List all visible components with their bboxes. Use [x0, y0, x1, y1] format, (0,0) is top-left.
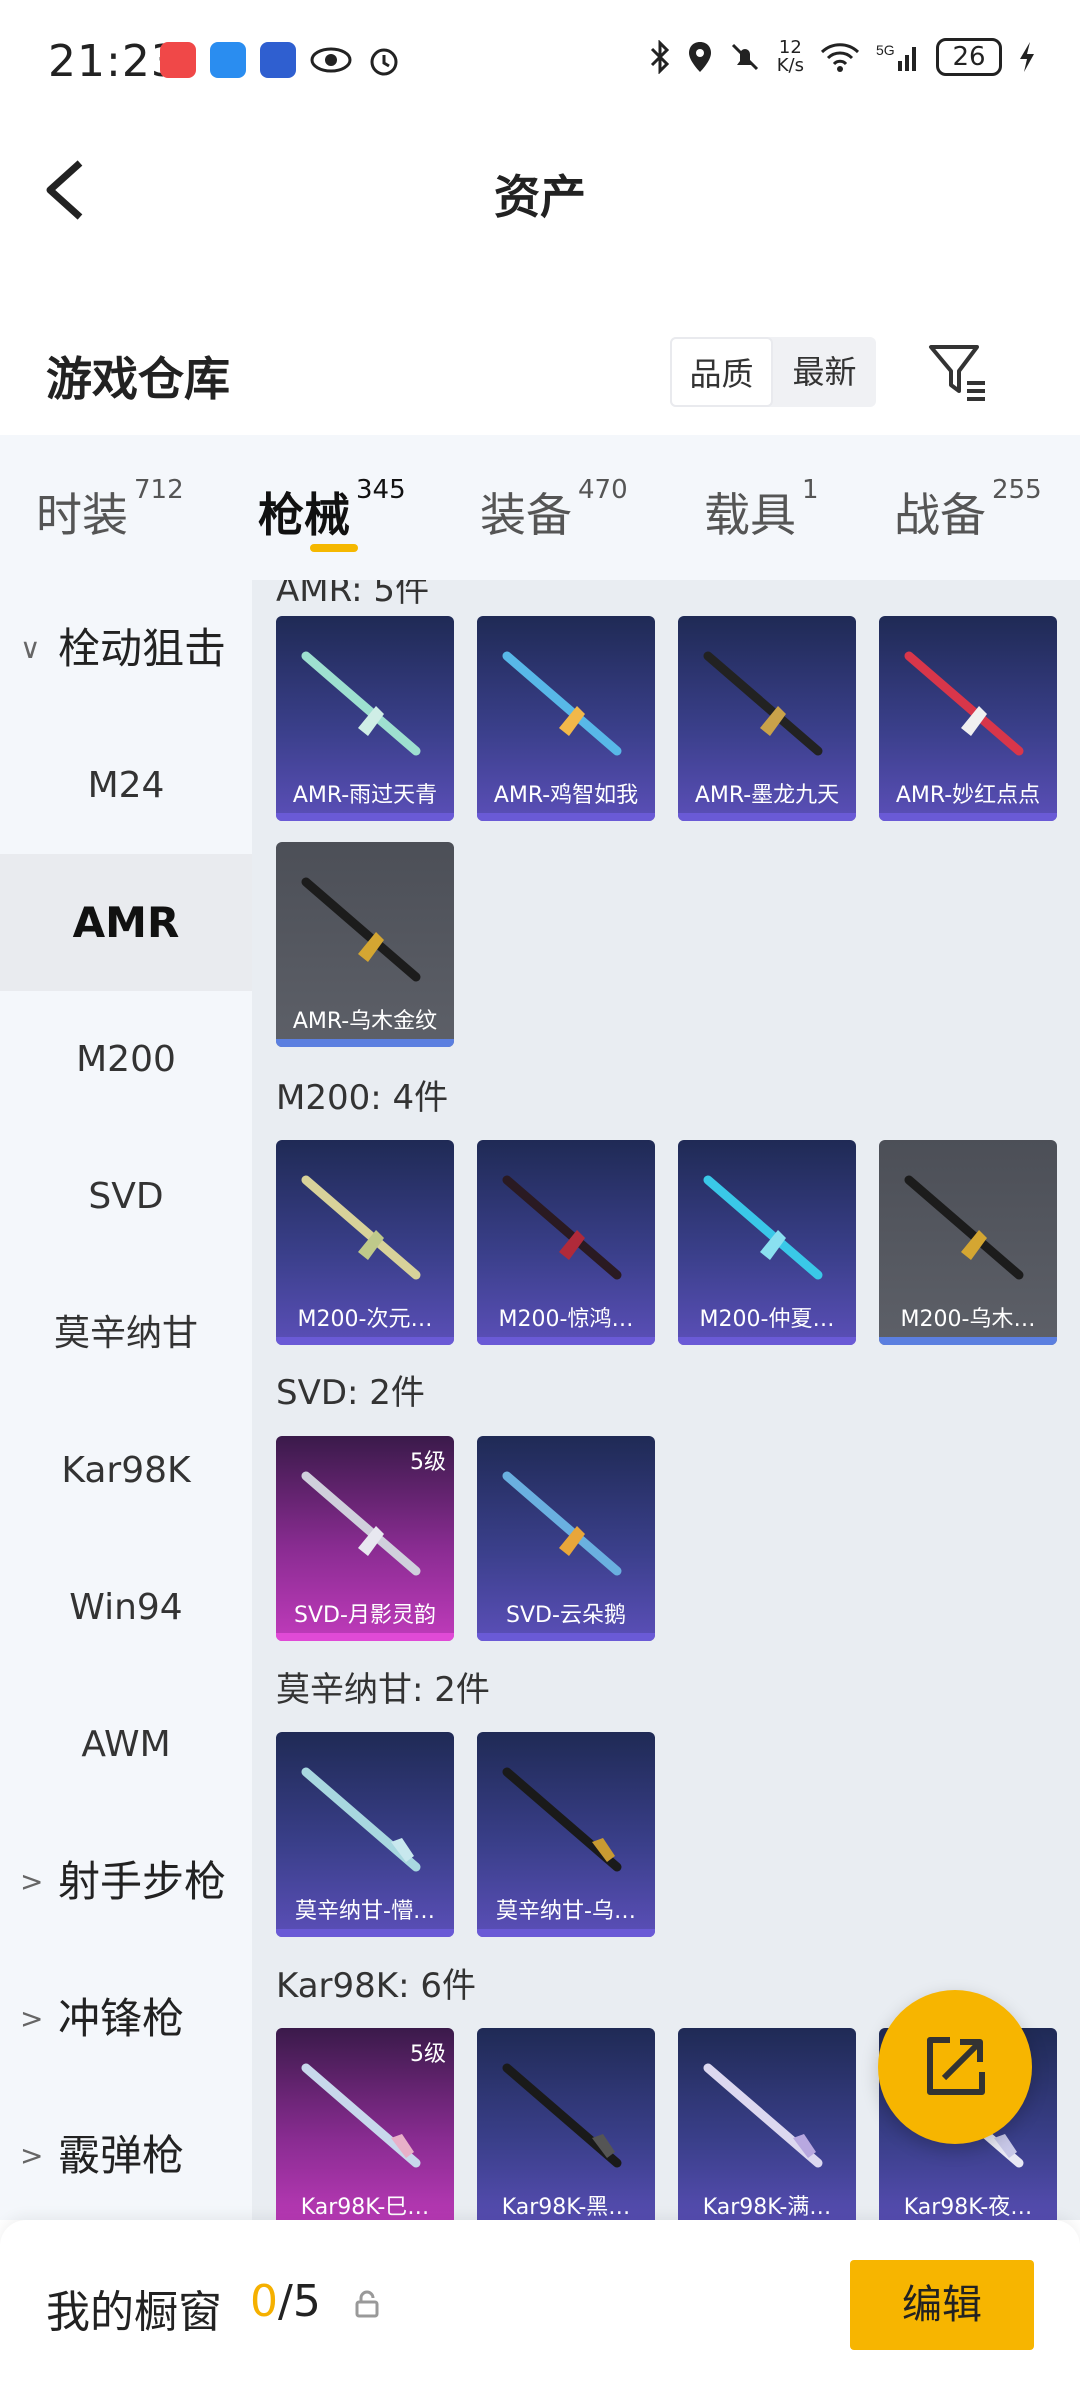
sidebar-item-kar98k[interactable]: Kar98K — [0, 1402, 252, 1539]
sidebar-item-svd[interactable]: SVD — [0, 1128, 252, 1265]
sort-toggle: 品质 最新 — [670, 337, 876, 407]
warehouse-title: 游戏仓库 — [46, 352, 230, 406]
tab-weapons[interactable]: 枪械 345 — [258, 475, 406, 545]
rifle-image — [301, 2063, 421, 2168]
weapon-grid: AMR: 5件 AMR-雨过天青 AMR-鸡智如我 AMR-墨龙九天 AMR-妙… — [252, 580, 1080, 2220]
section-title-m200: M200: 4件 — [276, 1078, 449, 1118]
section-title-kar98k: Kar98K: 6件 — [276, 1966, 476, 2006]
weapon-card[interactable]: AMR-鸡智如我 — [477, 616, 655, 821]
sidebar-item-awm[interactable]: AWM — [0, 1676, 252, 1813]
sidebar-item-m200[interactable]: M200 — [0, 991, 252, 1128]
external-link-icon — [927, 2037, 985, 2095]
notification-icons — [160, 42, 402, 78]
weapon-card[interactable]: M200-仲夏… — [678, 1140, 856, 1345]
tab-fashion[interactable]: 时装 712 — [36, 475, 184, 545]
game-app-icon — [260, 42, 296, 78]
asset-page: 21:23 12 K/s 5G 26 资产 游戏仓库 品质 最新 时装 712 … — [0, 0, 1080, 2382]
weapon-card[interactable]: Kar98K-黑… — [477, 2028, 655, 2220]
sort-latest-button[interactable]: 最新 — [773, 337, 876, 407]
weapon-card[interactable]: Kar98K-满… — [678, 2028, 856, 2220]
mute-bell-icon — [731, 43, 758, 71]
charging-icon — [1020, 42, 1034, 72]
page-title: 资产 — [494, 170, 586, 224]
shopping-app-icon — [160, 42, 196, 78]
showcase-count: 0/5 — [250, 2276, 321, 2327]
rifle-image — [904, 1175, 1024, 1280]
tab-vehicles[interactable]: 载具 1 — [704, 475, 819, 545]
rifle-image — [904, 651, 1024, 756]
sidebar-item-win94[interactable]: Win94 — [0, 1539, 252, 1676]
rifle-image — [301, 651, 421, 756]
rifle-image — [502, 2063, 622, 2168]
tab-supplies[interactable]: 战备 255 — [894, 475, 1042, 545]
chevron-down-icon: ∨ — [20, 632, 41, 665]
sort-quality-button[interactable]: 品质 — [670, 337, 773, 407]
weapon-sidebar: ∨ 栓动狙击 M24 AMR M200 SVD 莫辛纳甘 Kar98K Win94… — [0, 580, 252, 2220]
weapon-card[interactable]: AMR-妙红点点 — [879, 616, 1057, 821]
chevron-right-icon: > — [20, 1865, 44, 1898]
wifi-icon — [820, 43, 860, 72]
rifle-image — [301, 1767, 421, 1872]
filter-icon[interactable] — [925, 339, 991, 405]
showcase-bar: 我的橱窗 0/5 编辑 — [0, 2220, 1080, 2382]
chevron-right-icon: > — [20, 2139, 44, 2172]
sidebar-item-bolt-action[interactable]: ∨ 栓动狙击 — [0, 580, 252, 717]
weapon-card[interactable]: 5级 SVD-月影灵韵 — [276, 1436, 454, 1641]
eye-icon — [310, 47, 352, 73]
rifle-image — [301, 1471, 421, 1576]
alarm-icon — [370, 48, 398, 76]
warehouse-header: 游戏仓库 品质 最新 — [0, 255, 1080, 435]
sidebar-item-shotgun[interactable]: > 霰弹枪 — [0, 2087, 252, 2224]
lock-icon — [355, 2290, 379, 2318]
weapon-card[interactable]: AMR-乌木金纹 — [276, 842, 454, 1047]
rifle-image — [301, 877, 421, 982]
cloud-app-icon — [210, 42, 246, 78]
section-title-svd: SVD: 2件 — [276, 1373, 425, 1413]
sidebar-item-amr[interactable]: AMR — [0, 854, 252, 991]
rifle-image — [703, 651, 823, 756]
category-tabs: 时装 712 枪械 345 装备 470 载具 1 战备 255 — [0, 435, 1080, 580]
active-tab-indicator — [310, 544, 358, 552]
rifle-image — [703, 1175, 823, 1280]
rifle-image — [502, 1767, 622, 1872]
weapon-card[interactable]: M200-惊鸿… — [477, 1140, 655, 1345]
rifle-image — [502, 1175, 622, 1280]
showcase-label: 我的橱窗 — [46, 2287, 222, 2338]
weapon-card[interactable]: AMR-雨过天青 — [276, 616, 454, 821]
section-title-amr: AMR: 5件 — [276, 580, 430, 610]
rifle-image — [301, 1175, 421, 1280]
app-header: 资产 — [0, 125, 1080, 255]
sidebar-item-smg[interactable]: > 冲锋枪 — [0, 1950, 252, 2087]
weapon-card[interactable]: 5级 Kar98K-巳… — [276, 2028, 454, 2220]
signal-5g-icon: 5G — [876, 42, 916, 71]
location-icon — [688, 42, 711, 72]
weapon-card[interactable]: 莫辛纳甘-懵… — [276, 1732, 454, 1937]
weapon-card[interactable]: M200-次元… — [276, 1140, 454, 1345]
section-title-mosin: 莫辛纳甘: 2件 — [276, 1670, 490, 1710]
rifle-image — [502, 651, 622, 756]
rifle-image — [502, 1471, 622, 1576]
sidebar-item-mosin[interactable]: 莫辛纳甘 — [0, 1265, 252, 1402]
bluetooth-icon — [650, 40, 669, 74]
tab-equipment[interactable]: 装备 470 — [480, 475, 628, 545]
network-speed: 12 K/s — [776, 37, 804, 76]
svg-text:5G: 5G — [876, 42, 895, 58]
battery-indicator: 26 — [936, 38, 1002, 76]
chevron-right-icon: > — [20, 2002, 44, 2035]
sidebar-item-dmr[interactable]: > 射手步枪 — [0, 1813, 252, 1950]
share-button[interactable] — [878, 1990, 1032, 2144]
rifle-image — [703, 2063, 823, 2168]
edit-button[interactable]: 编辑 — [850, 2260, 1034, 2350]
sidebar-item-m24[interactable]: M24 — [0, 717, 252, 854]
status-bar: 21:23 12 K/s 5G 26 — [0, 0, 1080, 125]
system-icons: 12 K/s 5G 26 — [649, 38, 1036, 76]
weapon-card[interactable]: M200-乌木… — [879, 1140, 1057, 1345]
weapon-card[interactable]: AMR-墨龙九天 — [678, 616, 856, 821]
weapon-card[interactable]: SVD-云朵鹅 — [477, 1436, 655, 1641]
weapon-card[interactable]: 莫辛纳甘-乌… — [477, 1732, 655, 1937]
